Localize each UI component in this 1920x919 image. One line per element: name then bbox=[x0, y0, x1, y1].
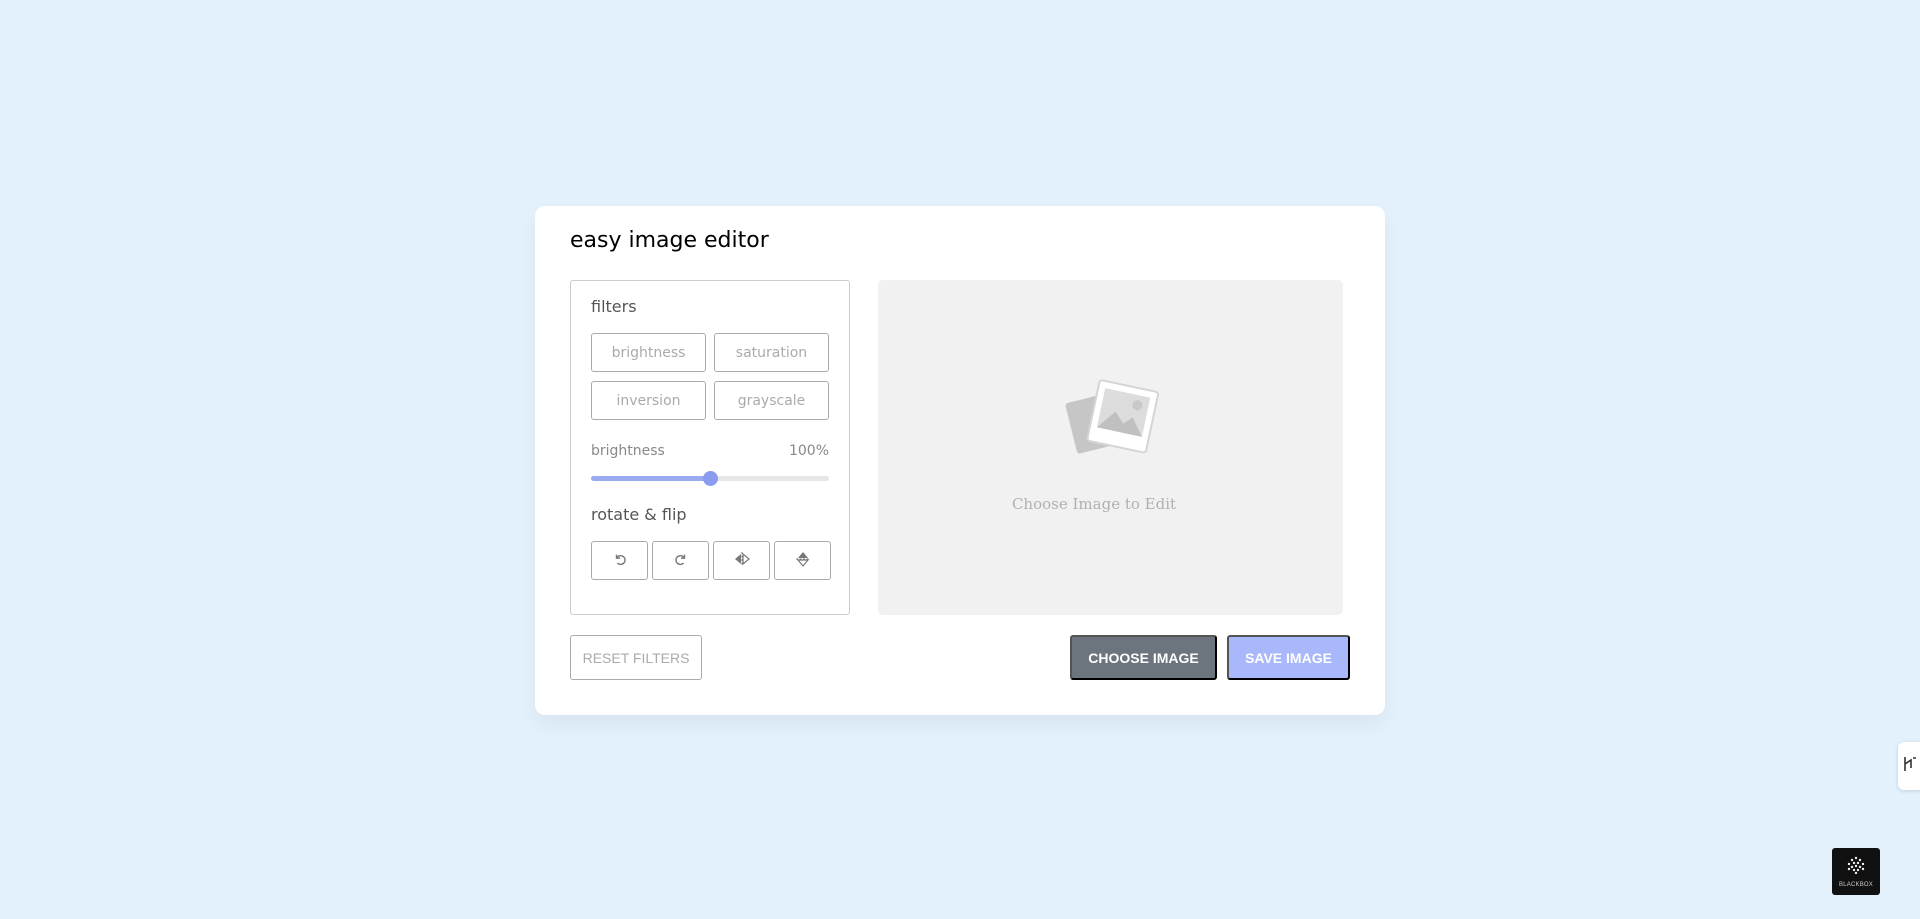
blackbox-badge[interactable]: BLACKBOX bbox=[1832, 848, 1880, 895]
rotate-left-icon bbox=[613, 552, 627, 569]
slider-name: brightness bbox=[591, 443, 665, 459]
save-image-button[interactable]: Save Image bbox=[1227, 635, 1350, 680]
filters-heading: filters bbox=[591, 297, 637, 316]
slider-thumb[interactable] bbox=[703, 471, 718, 486]
filter-inversion-button[interactable]: inversion bbox=[591, 381, 706, 420]
blackbox-label: BLACKBOX bbox=[1839, 881, 1873, 888]
editor-panel: filters brightness saturation inversion … bbox=[570, 280, 850, 615]
rotate-right-icon bbox=[674, 552, 688, 569]
reset-filters-button[interactable]: Reset Filters bbox=[570, 635, 702, 680]
flip-vertical-button[interactable] bbox=[774, 541, 831, 580]
filter-grayscale-button[interactable]: grayscale bbox=[714, 381, 829, 420]
rotate-heading: rotate & flip bbox=[591, 505, 687, 524]
rotate-right-button[interactable] bbox=[652, 541, 709, 580]
image-placeholder-icon bbox=[1063, 375, 1159, 469]
filter-saturation-button[interactable]: saturation bbox=[714, 333, 829, 372]
slider-fill bbox=[591, 476, 710, 481]
slider-info: brightness 100% bbox=[591, 443, 829, 459]
rotate-left-button[interactable] bbox=[591, 541, 648, 580]
filter-brightness-button[interactable]: brightness bbox=[591, 333, 706, 372]
image-preview: Choose Image to Edit bbox=[878, 280, 1343, 615]
preview-placeholder-text: Choose Image to Edit bbox=[1011, 495, 1177, 513]
choose-image-button[interactable]: Choose Image bbox=[1070, 635, 1217, 680]
flip-horizontal-button[interactable] bbox=[713, 541, 770, 580]
filter-slider[interactable] bbox=[591, 471, 829, 486]
side-extension-tab[interactable] bbox=[1898, 742, 1920, 790]
slider-value: 100% bbox=[788, 443, 829, 459]
app-title: easy image editor bbox=[570, 228, 769, 253]
flip-vertical-icon bbox=[795, 551, 810, 570]
editor-card: easy image editor filters brightness sat… bbox=[535, 206, 1385, 715]
extension-icon bbox=[1902, 755, 1918, 777]
flip-horizontal-icon bbox=[734, 552, 750, 569]
blackbox-logo-icon bbox=[1846, 856, 1866, 880]
